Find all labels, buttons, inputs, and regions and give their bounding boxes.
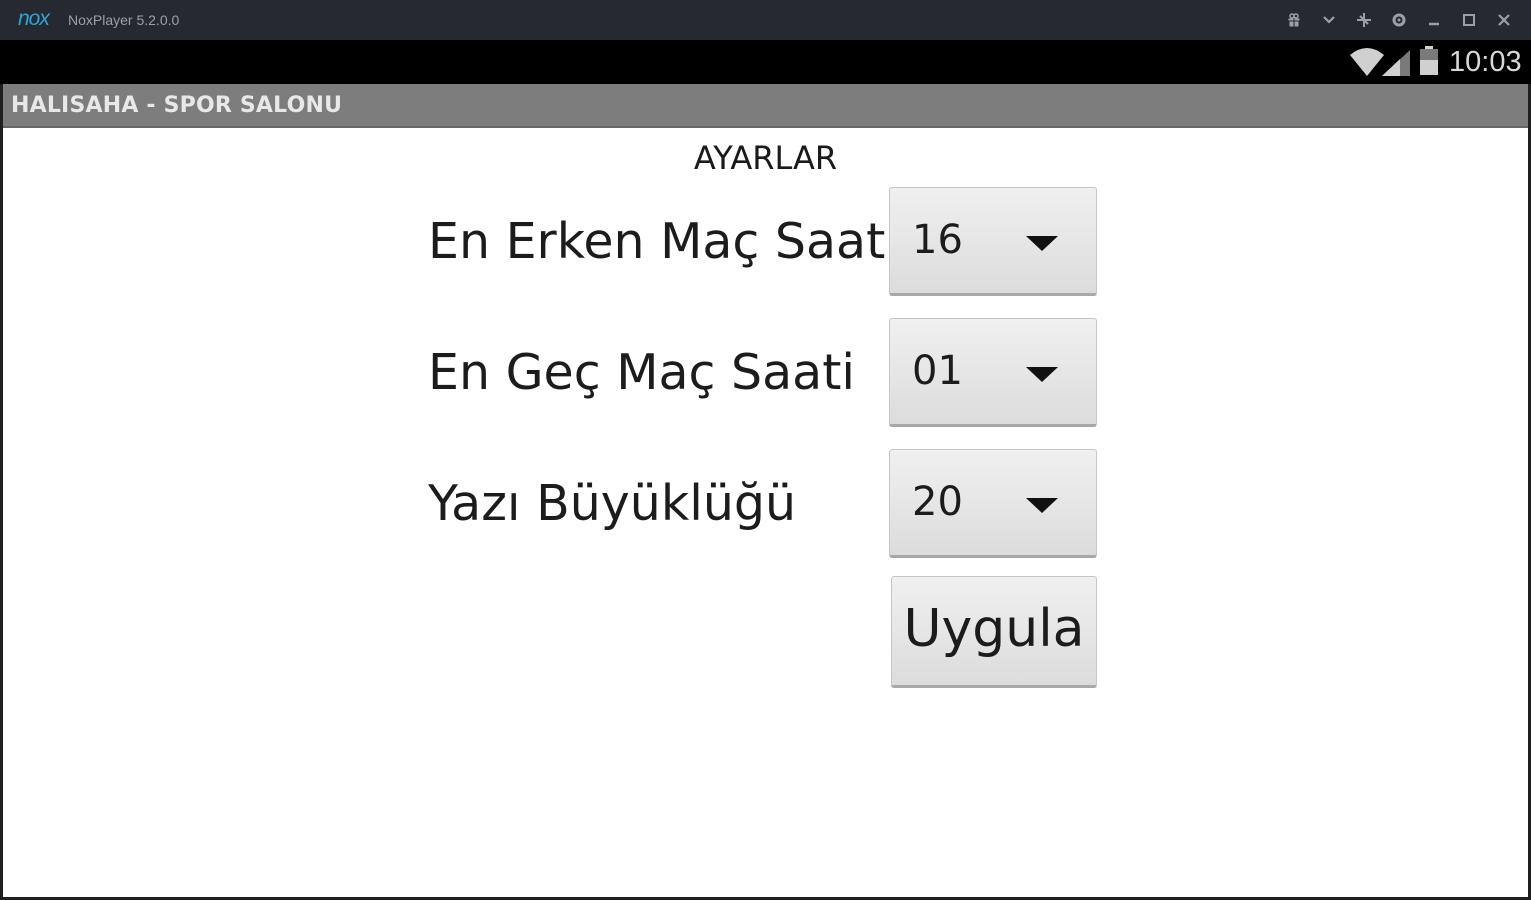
clock: 10:03 (1449, 46, 1522, 78)
dropdown-arrow-icon (1026, 498, 1058, 513)
dropdown-arrow-icon (1026, 367, 1058, 382)
font-size-dropdown[interactable]: 20 (889, 449, 1097, 558)
signal-icon (1382, 50, 1410, 76)
dropdown-value: 20 (912, 479, 963, 525)
gift-icon[interactable] (1276, 8, 1311, 32)
chevron-down-icon[interactable] (1311, 8, 1346, 32)
latest-match-time-dropdown[interactable]: 01 (889, 318, 1097, 427)
gear-icon[interactable] (1381, 8, 1416, 32)
earliest-match-time-label: En Erken Maç Saati (428, 213, 899, 270)
close-icon[interactable] (1486, 8, 1521, 32)
font-size-label: Yazı Büyüklüğü (428, 475, 797, 532)
status-bar (0, 40, 1531, 84)
nox-logo: nox (18, 7, 50, 30)
app-title-bar: HALISAHA - SPOR SALONU (3, 84, 1528, 128)
frame-border-left (0, 84, 3, 900)
minimize-icon[interactable] (1416, 8, 1451, 32)
window-controls (1276, 8, 1521, 32)
window-title: NoxPlayer 5.2.0.0 (68, 12, 180, 28)
wifi-icon (1350, 48, 1384, 76)
page-title: AYARLAR (693, 139, 838, 177)
dropdown-arrow-icon (1026, 236, 1058, 251)
maximize-icon[interactable] (1451, 8, 1486, 32)
dropdown-value: 16 (912, 217, 963, 263)
emulator-titlebar: nox NoxPlayer 5.2.0.0 (0, 0, 1531, 40)
apply-button[interactable]: Uygula (891, 576, 1097, 688)
latest-match-time-label: En Geç Maç Saati (428, 344, 856, 401)
pin-icon[interactable] (1346, 8, 1381, 32)
dropdown-value: 01 (912, 348, 963, 394)
earliest-match-time-dropdown[interactable]: 16 (889, 187, 1097, 296)
app-title: HALISAHA - SPOR SALONU (11, 93, 343, 118)
battery-icon (1420, 46, 1438, 75)
